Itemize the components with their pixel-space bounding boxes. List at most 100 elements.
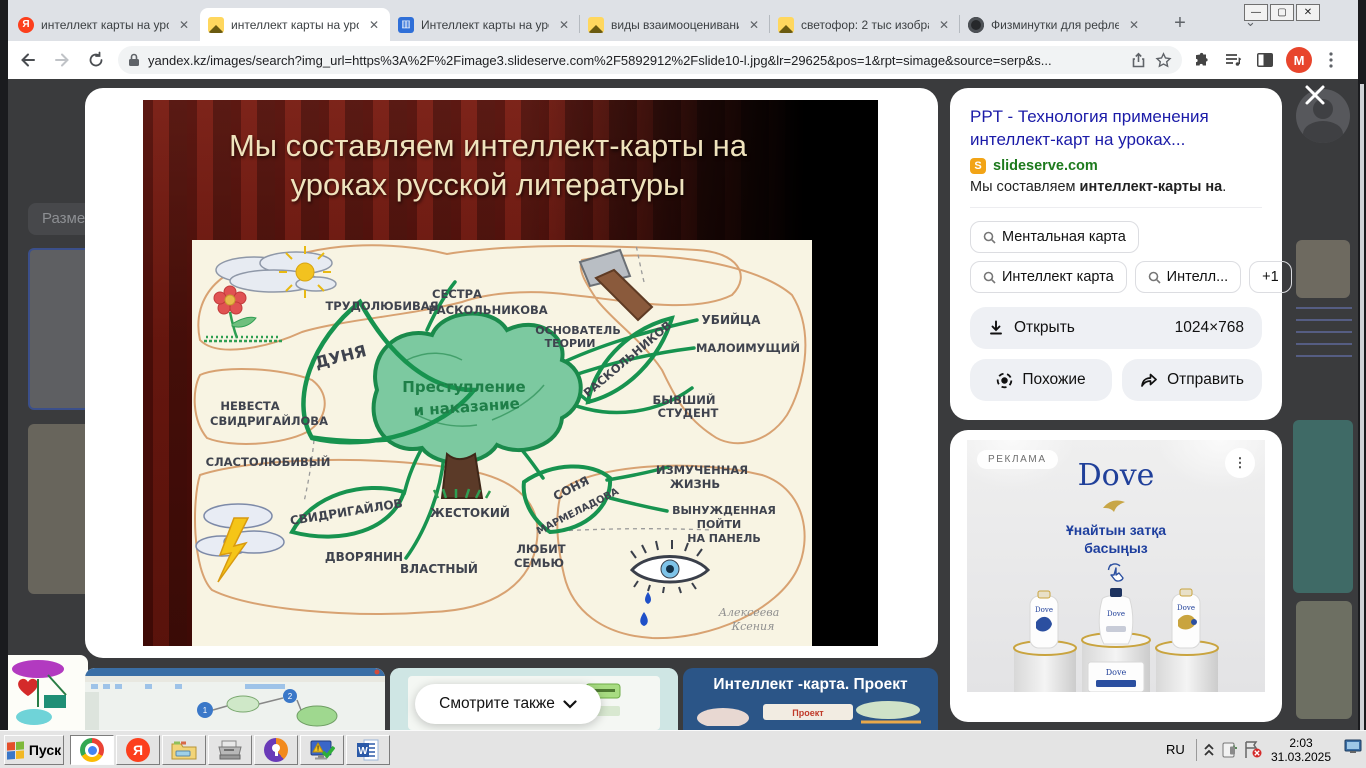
tab-5[interactable]: светофор: 2 тыс изобра ✕ — [770, 8, 960, 41]
tray-clock[interactable]: 2:03 31.03.2025 — [1262, 736, 1340, 764]
svg-text:СЕМЬЮ: СЕМЬЮ — [514, 556, 564, 570]
svg-text:ЖЕСТОКИЙ: ЖЕСТОКИЙ — [430, 505, 510, 520]
taskbar-utility-button[interactable]: ! — [300, 735, 344, 765]
tab-3[interactable]: ▥ Интеллект карты на уро ✕ — [390, 8, 580, 41]
tab-6[interactable]: Физминутки для рефлек ✕ — [960, 8, 1150, 41]
tab-close-icon[interactable]: ✕ — [936, 17, 952, 33]
related-thumbnail-1[interactable]: 1 2 — [85, 668, 385, 730]
send-label: Отправить — [1167, 371, 1244, 389]
back-button[interactable] — [14, 46, 42, 74]
image-info-panel: PPT - Технология применения интеллект-ка… — [950, 88, 1292, 420]
share-icon[interactable] — [1130, 52, 1147, 69]
safely-remove-icon[interactable] — [1221, 740, 1239, 760]
svg-text:УБИЙЦА: УБИЙЦА — [702, 312, 762, 327]
tab-2-active[interactable]: интеллект карты на уро ✕ — [200, 8, 390, 41]
tab-close-icon[interactable]: ✕ — [746, 17, 762, 33]
taskbar-word-button[interactable]: W — [346, 735, 390, 765]
reload-button[interactable] — [82, 46, 110, 74]
download-icon — [990, 320, 1002, 335]
language-indicator[interactable]: RU — [1166, 742, 1185, 757]
new-tab-button[interactable]: + — [1166, 10, 1194, 38]
minimize-button[interactable]: — — [1244, 4, 1268, 21]
related-thumbnail-partial[interactable] — [8, 655, 88, 730]
taskbar-chrome-button[interactable] — [70, 735, 114, 765]
chip-mental-map[interactable]: Ментальная карта — [970, 221, 1139, 254]
tab-title: виды взаимооценивани — [611, 17, 739, 32]
svg-text:Dove: Dove — [1107, 610, 1125, 618]
related-thumbnail-3[interactable]: Интеллект -карта. Проект Проект — [683, 668, 938, 730]
taskbar-avast-button[interactable] — [254, 735, 298, 765]
svg-text:ВЫНУЖДЕННАЯ: ВЫНУЖДЕННАЯ — [672, 504, 776, 517]
image-viewer-card: Мы составляем интеллект-карты на уроках … — [85, 88, 938, 658]
image-favicon — [588, 16, 604, 33]
tab-close-icon[interactable]: ✕ — [366, 17, 382, 33]
svg-text:ОСНОВАТЕЛЬ: ОСНОВАТЕЛЬ — [535, 324, 620, 337]
tab-4[interactable]: виды взаимооценивани ✕ — [580, 8, 770, 41]
viewer-close-icon[interactable] — [1303, 83, 1327, 107]
chip-intellekt-karta[interactable]: Интеллект карта — [970, 261, 1127, 294]
tab-title: интеллект карты на уро — [41, 17, 169, 32]
playlist-extension-icon[interactable] — [1220, 47, 1246, 73]
flower-doodle — [204, 285, 284, 343]
svg-text:БЫВШИЙ: БЫВШИЙ — [653, 392, 716, 407]
windows-taskbar: Пуск Я ! W RU 2:03 31.03.2025 — [0, 730, 1366, 768]
software-screenshot-thumb: 1 2 — [85, 668, 385, 730]
result-title[interactable]: PPT - Технология применения интеллект-ка… — [970, 106, 1262, 151]
url-text: yandex.kz/images/search?img_url=https%3A… — [148, 52, 1052, 68]
search-icon — [983, 231, 996, 244]
dove-logo: Dove — [1077, 458, 1155, 493]
chip-more[interactable]: +1 — [1249, 261, 1292, 294]
dove-ad[interactable]: РЕКЛАМА ⋮ Dove Ұнайтын затқа басыңыз Dov… — [967, 440, 1265, 692]
bookmark-star-icon[interactable] — [1155, 51, 1172, 69]
browser-menu-kebab-icon[interactable] — [1318, 47, 1344, 73]
start-button[interactable]: Пуск — [4, 735, 64, 765]
ad-text-line2: басыңыз — [1084, 540, 1148, 556]
maximize-button[interactable]: ▢ — [1270, 4, 1294, 21]
svg-text:СОНЯ: СОНЯ — [551, 474, 591, 504]
open-image-button[interactable]: Открыть 1024×768 — [970, 307, 1262, 350]
tab-title: Интеллект карты на уро — [421, 17, 549, 32]
yandex-images-page: Разме Мы составляем интеллект-карты на у… — [8, 79, 1358, 730]
address-bar[interactable]: yandex.kz/images/search?img_url=https%3A… — [118, 46, 1182, 74]
extensions-puzzle-icon[interactable] — [1188, 47, 1214, 73]
tray-separator — [1196, 739, 1197, 761]
printer-icon — [218, 740, 242, 760]
dimmed-thumbnail — [1296, 240, 1350, 298]
side-panel-icon[interactable] — [1252, 47, 1278, 73]
see-also-button[interactable]: Смотрите также — [415, 684, 601, 724]
show-desktop-button[interactable] — [1344, 739, 1362, 755]
send-button[interactable]: Отправить — [1122, 359, 1262, 402]
image-resolution: 1024×768 — [1174, 319, 1244, 337]
windows-logo-icon — [6, 740, 24, 760]
tab-close-icon[interactable]: ✕ — [556, 17, 572, 33]
chrome-icon — [80, 738, 104, 762]
svg-text:ПОЙТИ: ПОЙТИ — [697, 518, 741, 531]
window-close-button[interactable]: ✕ — [1296, 4, 1320, 21]
profile-avatar[interactable]: M — [1286, 47, 1312, 73]
svg-text:ЖИЗНЬ: ЖИЗНЬ — [670, 477, 720, 491]
svg-text:ДВОРЯНИН: ДВОРЯНИН — [325, 550, 403, 564]
taskbar-explorer-button[interactable] — [162, 735, 206, 765]
svg-text:Преступление: Преступление — [402, 378, 525, 396]
tray-expand-chevron-icon[interactable] — [1203, 743, 1215, 757]
chevron-down-icon — [563, 699, 577, 709]
result-snippet: Мы составляем интеллект-карты на. — [970, 179, 1227, 196]
slide-image[interactable]: Мы составляем интеллект-карты на уроках … — [143, 100, 878, 646]
tab-close-icon[interactable]: ✕ — [1126, 17, 1142, 33]
tab-title: интеллект карты на уро — [231, 17, 359, 32]
taskbar-yandex-button[interactable]: Я — [116, 735, 160, 765]
signature: Алексеева Ксения — [718, 606, 780, 633]
word-icon: W — [357, 739, 379, 761]
action-center-flag-icon[interactable] — [1243, 740, 1263, 760]
svg-text:СЕСТРА: СЕСТРА — [432, 287, 482, 301]
result-source[interactable]: S slideserve.com — [970, 158, 1262, 175]
chip-intell[interactable]: Интелл... — [1134, 261, 1242, 294]
monitor-check-icon: ! — [310, 740, 335, 760]
svg-text:СЛАСТОЛЮБИВЫЙ: СЛАСТОЛЮБИВЫЙ — [206, 454, 331, 469]
tab-1[interactable]: Я интеллект карты на уро ✕ — [10, 8, 200, 41]
tab-close-icon[interactable]: ✕ — [176, 17, 192, 33]
similar-images-button[interactable]: Похожие — [970, 359, 1112, 402]
taskbar-printer-button[interactable] — [208, 735, 252, 765]
forward-button[interactable] — [48, 46, 76, 74]
svg-text:Алексеева: Алексеева — [718, 606, 780, 619]
